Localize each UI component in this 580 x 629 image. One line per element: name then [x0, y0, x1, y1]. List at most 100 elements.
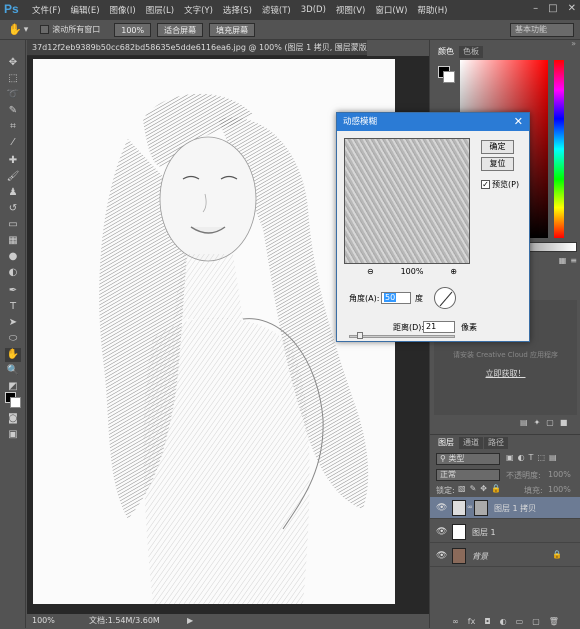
- lock-pixels-icon[interactable]: ▧: [458, 484, 466, 493]
- pen-tool-icon[interactable]: ✒: [5, 284, 21, 298]
- stamp-tool-icon[interactable]: ♟: [5, 186, 21, 200]
- promo-cta[interactable]: 立即获取！: [434, 368, 577, 379]
- tool-preset-chevron-icon[interactable]: ▾: [24, 25, 29, 35]
- menu-help[interactable]: 帮助(H): [417, 4, 447, 16]
- lasso-tool-icon[interactable]: ➰: [5, 88, 21, 102]
- background-color-swatch[interactable]: [10, 397, 21, 408]
- fx-icon[interactable]: ■: [560, 418, 568, 427]
- hue-strip[interactable]: [554, 60, 564, 238]
- layer-name[interactable]: 图层 1: [472, 527, 496, 538]
- hand-tool-icon[interactable]: ✋: [5, 348, 21, 362]
- fill-screen-button[interactable]: 填充屏幕: [209, 22, 256, 37]
- healing-tool-icon[interactable]: ✚: [5, 154, 21, 168]
- menu-filter[interactable]: 滤镜(T): [262, 4, 291, 16]
- angle-input[interactable]: 50: [381, 292, 411, 304]
- menu-file[interactable]: 文件(F): [32, 4, 61, 16]
- crop-tool-icon[interactable]: ⌗: [5, 120, 21, 134]
- gradient-tool-icon[interactable]: ▦: [5, 234, 21, 248]
- tab-layers[interactable]: 图层: [434, 437, 458, 449]
- tab-swatches[interactable]: 色板: [459, 46, 483, 58]
- eye-icon[interactable]: 👁: [436, 551, 447, 561]
- layer-mask-thumbnail[interactable]: [474, 500, 488, 516]
- fill-value[interactable]: 100%: [548, 485, 571, 494]
- angle-dial[interactable]: [434, 287, 456, 309]
- ok-button[interactable]: 确定: [481, 140, 514, 154]
- fit-screen-button[interactable]: 适合屏幕: [157, 22, 204, 37]
- group-icon[interactable]: ▭: [516, 615, 524, 629]
- reset-button[interactable]: 复位: [481, 157, 514, 171]
- menu-window[interactable]: 窗口(W): [375, 4, 407, 16]
- blur-tool-icon[interactable]: ●: [5, 250, 21, 264]
- panel-collapse-icon[interactable]: »: [571, 39, 576, 48]
- layer-name[interactable]: 背景: [472, 551, 488, 562]
- shape-tool-icon[interactable]: ⬭: [5, 332, 21, 346]
- hand-tool-icon[interactable]: ✋: [8, 23, 22, 36]
- adjustment-layer-icon[interactable]: ◐: [500, 615, 507, 629]
- brush-tool-icon[interactable]: 🖌: [5, 170, 21, 184]
- pixel-filter-icon[interactable]: ▣: [506, 453, 514, 462]
- maximize-icon[interactable]: □: [548, 3, 557, 14]
- layer-row[interactable]: 👁 ∞ 图层 1 拷贝: [430, 497, 580, 519]
- close-icon[interactable]: ✕: [568, 3, 576, 14]
- zoom-out-icon[interactable]: ⊖: [367, 267, 374, 276]
- eye-icon[interactable]: 👁: [436, 527, 447, 537]
- layer-kind-filter[interactable]: ⚲ 类型: [436, 453, 500, 465]
- zoom-100-button[interactable]: 100%: [114, 22, 152, 37]
- trash-icon[interactable]: 🗑: [549, 615, 559, 629]
- menu-3d[interactable]: 3D(D): [301, 5, 326, 15]
- menu-view[interactable]: 视图(V): [336, 4, 365, 16]
- eraser-tool-icon[interactable]: ▭: [5, 218, 21, 232]
- add-mask-icon[interactable]: ◘: [484, 615, 490, 629]
- lock-paint-icon[interactable]: ✎: [470, 484, 477, 493]
- tab-channels[interactable]: 通道: [459, 437, 483, 449]
- menu-layer[interactable]: 图层(L): [146, 4, 174, 16]
- close-icon[interactable]: ✕: [514, 113, 523, 131]
- history-icon[interactable]: ▤: [520, 418, 528, 427]
- close-tab-icon[interactable]: ✕: [336, 40, 343, 55]
- distance-slider-thumb[interactable]: [357, 332, 363, 339]
- type-filter-icon[interactable]: T: [529, 453, 534, 462]
- opacity-value[interactable]: 100%: [548, 470, 571, 479]
- quick-mask-icon[interactable]: ◙: [5, 412, 21, 426]
- scroll-all-checkbox[interactable]: [40, 25, 50, 34]
- link-icon[interactable]: ∞: [467, 503, 473, 511]
- marquee-tool-icon[interactable]: ⬚: [5, 72, 21, 86]
- grid-icon[interactable]: ▦: [559, 256, 567, 268]
- menu-edit[interactable]: 编辑(E): [71, 4, 100, 16]
- lock-all-icon[interactable]: 🔒: [491, 484, 501, 493]
- type-tool-icon[interactable]: T: [5, 300, 21, 314]
- eye-icon[interactable]: 👁: [436, 503, 447, 513]
- path-select-tool-icon[interactable]: ➤: [5, 316, 21, 330]
- smart-filter-icon[interactable]: ▤: [549, 453, 557, 462]
- adjust-icon[interactable]: ✦: [534, 418, 541, 427]
- zoom-level[interactable]: 100%: [32, 614, 55, 628]
- menu-type[interactable]: 文字(Y): [184, 4, 213, 16]
- distance-slider-track[interactable]: [349, 335, 455, 338]
- zoom-in-icon[interactable]: ⊕: [450, 267, 457, 276]
- filter-preview[interactable]: [344, 138, 470, 264]
- menu-image[interactable]: 图像(I): [110, 4, 136, 16]
- history-brush-tool-icon[interactable]: ↺: [5, 202, 21, 216]
- menu-select[interactable]: 选择(S): [223, 4, 252, 16]
- layer-row[interactable]: 👁 图层 1: [430, 521, 580, 543]
- layer-name[interactable]: 图层 1 拷贝: [494, 503, 536, 514]
- link-layers-icon[interactable]: ∞: [452, 615, 459, 629]
- minimize-icon[interactable]: –: [533, 3, 538, 14]
- fx-icon[interactable]: fx: [468, 615, 476, 629]
- distance-input[interactable]: 21: [423, 321, 455, 333]
- blend-mode-select[interactable]: 正常: [436, 469, 500, 481]
- dodge-tool-icon[interactable]: ◐: [5, 266, 21, 280]
- tab-color[interactable]: 颜色: [434, 46, 458, 58]
- status-arrow-icon[interactable]: ▶: [187, 614, 193, 628]
- tab-paths[interactable]: 路径: [484, 437, 508, 449]
- layer-row[interactable]: 👁 背景 🔒: [430, 545, 580, 567]
- quick-select-tool-icon[interactable]: ✎: [5, 104, 21, 118]
- eyedropper-tool-icon[interactable]: ⁄: [5, 136, 21, 150]
- screen-mode-icon[interactable]: ▣: [5, 428, 21, 442]
- shape-filter-icon[interactable]: ⬚: [537, 453, 545, 462]
- new-icon[interactable]: ▢: [546, 418, 554, 427]
- document-tab[interactable]: 37d12f2eb9389b50cc682bd58635e5dde6116ea6…: [27, 40, 367, 56]
- new-layer-icon[interactable]: ▢: [532, 615, 540, 629]
- workspace-select[interactable]: 基本功能: [510, 23, 574, 37]
- lock-position-icon[interactable]: ✥: [480, 484, 487, 493]
